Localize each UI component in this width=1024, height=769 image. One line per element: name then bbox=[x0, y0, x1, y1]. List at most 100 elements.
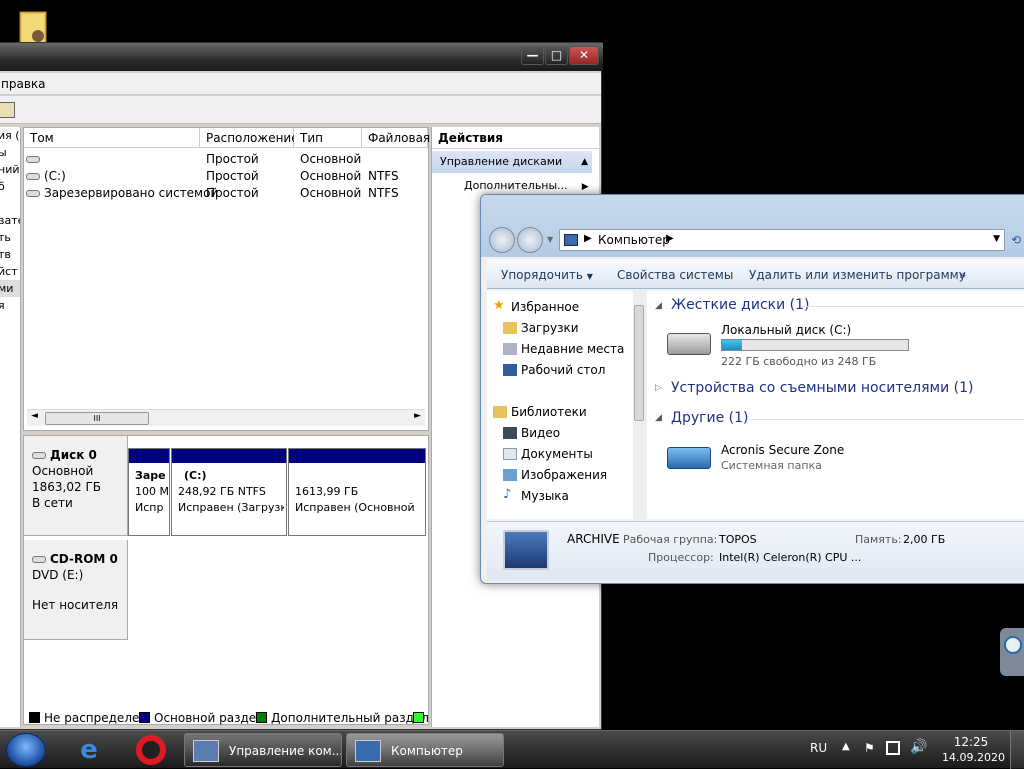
internet-explorer-icon[interactable]: e bbox=[72, 735, 106, 765]
partition-c[interactable]: (C:) 248,92 ГБ NTFS Исправен (Загрузк bbox=[171, 448, 287, 536]
taskbar-button-computer[interactable]: Компьютер bbox=[346, 733, 504, 767]
breadcrumb-arrow-icon[interactable]: ▶ bbox=[666, 233, 674, 244]
tree-item[interactable]: ия (л bbox=[0, 127, 20, 144]
group-other[interactable]: Другие (1) bbox=[671, 410, 748, 426]
taskbar-button-disk-management[interactable]: Управление ком... bbox=[184, 733, 342, 767]
nav-desktop[interactable]: Рабочий стол bbox=[503, 363, 605, 377]
drive-icon bbox=[26, 173, 40, 180]
local-disk-item[interactable]: Локальный диск (C:) 222 ГБ свободно из 2… bbox=[663, 323, 913, 373]
nav-recent[interactable]: Недавние места bbox=[503, 342, 624, 356]
teamviewer-widget[interactable] bbox=[1000, 628, 1024, 676]
toolbar-properties-icon[interactable] bbox=[0, 102, 15, 118]
scroll-right-arrow-icon[interactable]: ► bbox=[414, 411, 421, 421]
collapse-arrow-icon[interactable]: ◢ bbox=[655, 301, 662, 311]
nav-pictures[interactable]: Изображения bbox=[503, 468, 607, 482]
col-header-filesystem[interactable]: Файловая bbox=[362, 128, 430, 148]
col-header-type[interactable]: Тип bbox=[294, 128, 362, 148]
dm-menubar: правка bbox=[0, 73, 601, 95]
actions-section-disk-management[interactable]: Управление дисками ▲ bbox=[432, 151, 592, 173]
tree-item[interactable]: йст bbox=[0, 263, 20, 280]
cell-layout: Простой bbox=[206, 169, 259, 183]
tree-item[interactable]: ний bbox=[0, 161, 20, 178]
show-hidden-icons-arrow[interactable]: ▲ bbox=[842, 741, 850, 752]
scroll-left-arrow-icon[interactable]: ◄ bbox=[31, 411, 38, 421]
back-button[interactable] bbox=[489, 227, 515, 253]
more-commands-button[interactable]: » bbox=[959, 268, 966, 282]
collapse-arrow-icon: ▲ bbox=[581, 157, 588, 167]
language-indicator[interactable]: RU bbox=[810, 741, 827, 755]
nav-documents[interactable]: Документы bbox=[503, 447, 593, 461]
explorer-titlebar[interactable]: ▼ ▶ Компьютер ▶ ▼ ⟲ bbox=[481, 195, 1024, 257]
dm-toolbar bbox=[0, 96, 601, 124]
table-row[interactable]: Зарезервировано системой Простой Основно… bbox=[24, 185, 426, 202]
folder-icon bbox=[503, 322, 517, 334]
uninstall-program-button[interactable]: Удалить или изменить программу bbox=[749, 268, 966, 282]
menu-item-help[interactable]: правка bbox=[1, 77, 46, 91]
partition-reserved[interactable]: Заре 100 М Испр bbox=[128, 448, 170, 536]
disk-management-icon bbox=[193, 740, 219, 762]
group-divider bbox=[749, 419, 1024, 420]
table-row[interactable]: (C:) Простой Основной NTFS bbox=[24, 168, 426, 185]
cpu-value: Intel(R) Celeron(R) CPU ... bbox=[719, 551, 862, 564]
opera-icon[interactable] bbox=[136, 735, 166, 765]
close-button[interactable]: ✕ bbox=[569, 46, 599, 65]
volume-icon[interactable]: 🔊 bbox=[910, 739, 927, 755]
breadcrumb-computer[interactable]: Компьютер bbox=[598, 233, 670, 247]
tree-item[interactable]: ы bbox=[0, 144, 20, 161]
breadcrumb-arrow-icon[interactable]: ▶ bbox=[584, 233, 592, 244]
table-row[interactable]: Простой Основной bbox=[24, 151, 426, 168]
memory-label: Память: bbox=[855, 533, 902, 546]
address-bar[interactable]: ▶ Компьютер ▶ ▼ bbox=[559, 229, 1005, 251]
action-center-flag-icon[interactable]: ⚑ bbox=[864, 741, 875, 755]
col-header-layout[interactable]: Расположение bbox=[200, 128, 299, 148]
cdrom-icon bbox=[32, 556, 46, 563]
clock-date[interactable]: 14.09.2020 bbox=[942, 751, 1005, 764]
show-desktop-button[interactable] bbox=[1010, 731, 1024, 769]
col-header-volume[interactable]: Том bbox=[24, 128, 200, 148]
nav-music[interactable]: ♪ Музыка bbox=[503, 487, 569, 503]
collapse-arrow-icon[interactable]: ◢ bbox=[655, 413, 662, 423]
organize-button[interactable]: Упорядочить ▼ bbox=[501, 268, 593, 282]
nav-libraries[interactable]: Библиотеки bbox=[493, 405, 587, 419]
network-icon[interactable] bbox=[886, 741, 900, 755]
nav-video[interactable]: Видео bbox=[503, 426, 560, 440]
group-hard-disks[interactable]: Жесткие диски (1) bbox=[671, 297, 809, 313]
cell-type: Основной bbox=[300, 186, 362, 200]
tree-item[interactable]: вате bbox=[0, 212, 20, 229]
tree-item[interactable]: б bbox=[0, 178, 20, 195]
minimize-button[interactable]: — bbox=[521, 46, 544, 65]
clock-time[interactable]: 12:25 bbox=[942, 735, 1000, 749]
disk0-info[interactable]: Диск 0 Основной 1863,02 ГБ В сети bbox=[24, 436, 128, 536]
tree-item-selected[interactable]: ми bbox=[0, 280, 20, 297]
tree-item[interactable]: я bbox=[0, 297, 20, 314]
address-dropdown-icon[interactable]: ▼ bbox=[993, 234, 1000, 244]
system-properties-button[interactable]: Свойства системы bbox=[617, 268, 733, 282]
nav-scrollbar[interactable] bbox=[633, 291, 645, 519]
nav-favorites[interactable]: ★ Избранное bbox=[493, 298, 579, 314]
cdrom-info[interactable]: CD-ROM 0 DVD (E:) Нет носителя bbox=[24, 540, 128, 640]
partition-primary[interactable]: 1613,99 ГБ Исправен (Основной bbox=[288, 448, 426, 536]
computer-icon bbox=[564, 234, 578, 246]
tree-item[interactable]: ть bbox=[0, 229, 20, 246]
nav-downloads[interactable]: Загрузки bbox=[503, 321, 579, 335]
expand-arrow-icon[interactable]: ▷ bbox=[655, 383, 662, 393]
horizontal-scrollbar[interactable]: ◄ III ► bbox=[27, 409, 425, 426]
refresh-icon[interactable]: ⟲ bbox=[1011, 233, 1021, 247]
acronis-item[interactable]: Acronis Secure Zone Системная папка bbox=[663, 441, 913, 481]
forward-button[interactable] bbox=[517, 227, 543, 253]
actions-more[interactable]: Дополнительны... ▶ bbox=[464, 179, 589, 192]
dm-console-tree[interactable]: ия (л ы ний б вате ть тв йст ми я bbox=[0, 127, 21, 727]
tree-item[interactable]: тв bbox=[0, 246, 20, 263]
group-removable[interactable]: Устройства со съемными носителями (1) bbox=[671, 380, 973, 396]
maximize-button[interactable]: □ bbox=[545, 46, 568, 65]
nav-scrollbar-thumb[interactable] bbox=[634, 305, 644, 421]
computer-icon bbox=[355, 740, 381, 762]
submenu-arrow-icon: ▶ bbox=[581, 182, 589, 192]
pictures-icon bbox=[503, 469, 517, 481]
scrollbar-thumb[interactable]: III bbox=[45, 412, 149, 425]
start-button[interactable] bbox=[6, 733, 46, 767]
legend-label: Основной раздел bbox=[154, 711, 264, 725]
tree-item[interactable] bbox=[0, 195, 20, 212]
dm-titlebar[interactable]: — □ ✕ bbox=[0, 43, 603, 71]
history-dropdown-icon[interactable]: ▼ bbox=[547, 235, 553, 244]
